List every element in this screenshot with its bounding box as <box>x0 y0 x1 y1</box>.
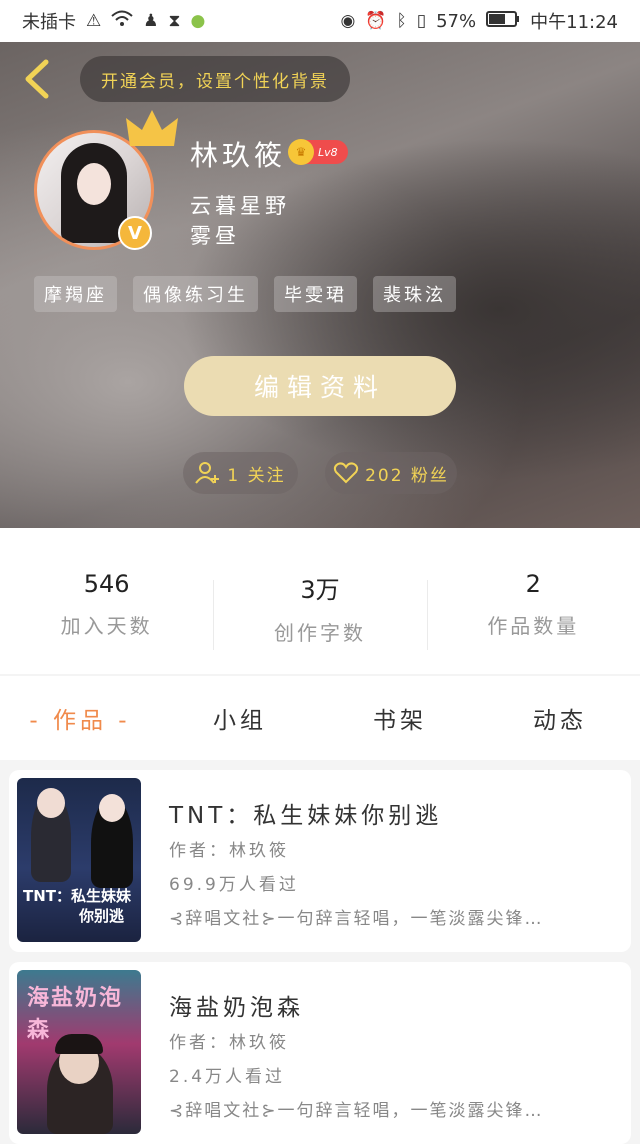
crown-icon <box>126 110 178 146</box>
tab-activity[interactable]: 动态 <box>480 701 640 735</box>
sim-alert-icon: ⚠ <box>86 11 102 31</box>
stat-value: 3万 <box>300 576 340 604</box>
book-description: ⊰辞唱文社⊱一句辞言轻唱，一笔淡露尖锋… <box>169 909 544 929</box>
cover-title-line: 你别逃 <box>79 907 125 925</box>
avatar-face <box>77 163 111 205</box>
fans-button[interactable]: 202 粉丝 <box>325 452 457 494</box>
stat-word-count: 3万 创作字数 <box>213 552 426 674</box>
book-card[interactable]: 海盐奶泡森 海盐奶泡森 作者：林玖筱 2.4万人看过 ⊰辞唱文社⊱一句辞言轻唱，… <box>9 962 631 1144</box>
bluetooth-icon: ᛒ <box>396 11 407 31</box>
cover-face <box>37 788 65 818</box>
qq-icon: ♟ <box>143 11 159 31</box>
tag-item[interactable]: 毕雯珺 <box>274 276 357 312</box>
profile-header: 开通会员，设置个性化背景 V 林玖筱 ♛ Lv8 云暮星野 雾昼 摩羯座 偶像练… <box>0 42 640 528</box>
cover-face <box>99 794 125 822</box>
vip-banner[interactable]: 开通会员，设置个性化背景 <box>80 56 350 102</box>
following-label: 1 关注 <box>227 465 286 486</box>
app-notification-icon: ● <box>190 11 206 31</box>
back-button[interactable] <box>18 56 58 102</box>
bio-line-1: 云暮星野 <box>190 194 290 218</box>
alarm-icon: ⏰ <box>365 11 387 31</box>
eye-icon: ◉ <box>340 11 356 31</box>
user-add-icon <box>195 462 220 484</box>
content-tabs: - 作品 - 小组 书架 动态 <box>0 676 640 760</box>
fans-label: 202 粉丝 <box>365 465 449 486</box>
tag-item[interactable]: 偶像练习生 <box>133 276 258 312</box>
bio-line-2: 雾昼 <box>190 224 240 248</box>
battery-icon <box>486 10 520 32</box>
stat-value: 546 <box>83 570 130 598</box>
hourglass-icon: ⧗ <box>168 11 181 31</box>
wifi-icon <box>111 10 133 33</box>
tab-groups[interactable]: 小组 <box>160 701 320 735</box>
stat-label: 作品数量 <box>487 614 580 638</box>
level-text: Lv8 <box>318 145 338 159</box>
book-views: 2.4万人看过 <box>169 1067 286 1087</box>
level-crown-icon: ♛ <box>288 139 314 165</box>
tab-works[interactable]: - 作品 - <box>0 701 160 735</box>
cover-title: TNT：私生妹妹 你别逃 <box>23 886 131 926</box>
back-chevron-icon <box>25 59 49 99</box>
stat-join-days: 546 加入天数 <box>0 552 213 674</box>
stat-works-count: 2 作品数量 <box>426 552 640 674</box>
following-button[interactable]: 1 关注 <box>183 452 298 494</box>
book-author: 作者：林玖筱 <box>169 1033 289 1053</box>
tag-item[interactable]: 裴珠泫 <box>373 276 456 312</box>
stat-value: 2 <box>525 570 541 598</box>
book-title[interactable]: TNT：私生妹妹你别逃 <box>169 796 442 830</box>
stat-label: 创作字数 <box>273 621 366 645</box>
cover-hair <box>55 1034 103 1054</box>
carrier-text: 未插卡 <box>22 12 76 33</box>
heart-icon <box>333 462 359 484</box>
stats-panel: 546 加入天数 3万 创作字数 2 作品数量 <box>0 528 640 674</box>
stat-label: 加入天数 <box>60 614 153 638</box>
book-title[interactable]: 海盐奶泡森 <box>169 988 304 1022</box>
vibrate-icon: ▯ <box>416 11 427 31</box>
book-cover[interactable]: TNT：私生妹妹 你别逃 <box>17 778 141 942</box>
book-card[interactable]: TNT：私生妹妹 你别逃 TNT：私生妹妹你别逃 作者：林玖筱 69.9万人看过… <box>9 770 631 952</box>
tag-list: 摩羯座 偶像练习生 毕雯珺 裴珠泫 <box>34 276 456 312</box>
book-author: 作者：林玖筱 <box>169 841 289 861</box>
status-bar: 未插卡 ⚠ ♟ ⧗ ● ◉ ⏰ ᛒ ▯ 57% 中午11:24 <box>0 0 640 42</box>
book-views: 69.9万人看过 <box>169 875 299 895</box>
verified-badge-icon: V <box>118 216 152 250</box>
tab-bookshelf[interactable]: 书架 <box>320 701 480 735</box>
level-badge: ♛ Lv8 <box>288 139 348 165</box>
edit-profile-button[interactable]: 编辑资料 <box>184 356 456 416</box>
clock: 中午11:24 <box>530 12 618 33</box>
battery-percent: 57% <box>436 10 477 32</box>
book-cover[interactable]: 海盐奶泡森 <box>17 970 141 1134</box>
status-right: ◉ ⏰ ᛒ ▯ 57% 中午11:24 <box>341 8 618 34</box>
status-left: 未插卡 ⚠ ♟ ⧗ ● <box>22 8 205 34</box>
book-description: ⊰辞唱文社⊱一句辞言轻唱，一笔淡露尖锋… <box>169 1101 544 1121</box>
cover-title-line: TNT：私生妹妹 <box>23 887 132 905</box>
tag-item[interactable]: 摩羯座 <box>34 276 117 312</box>
user-name: 林玖筱 <box>190 139 287 172</box>
